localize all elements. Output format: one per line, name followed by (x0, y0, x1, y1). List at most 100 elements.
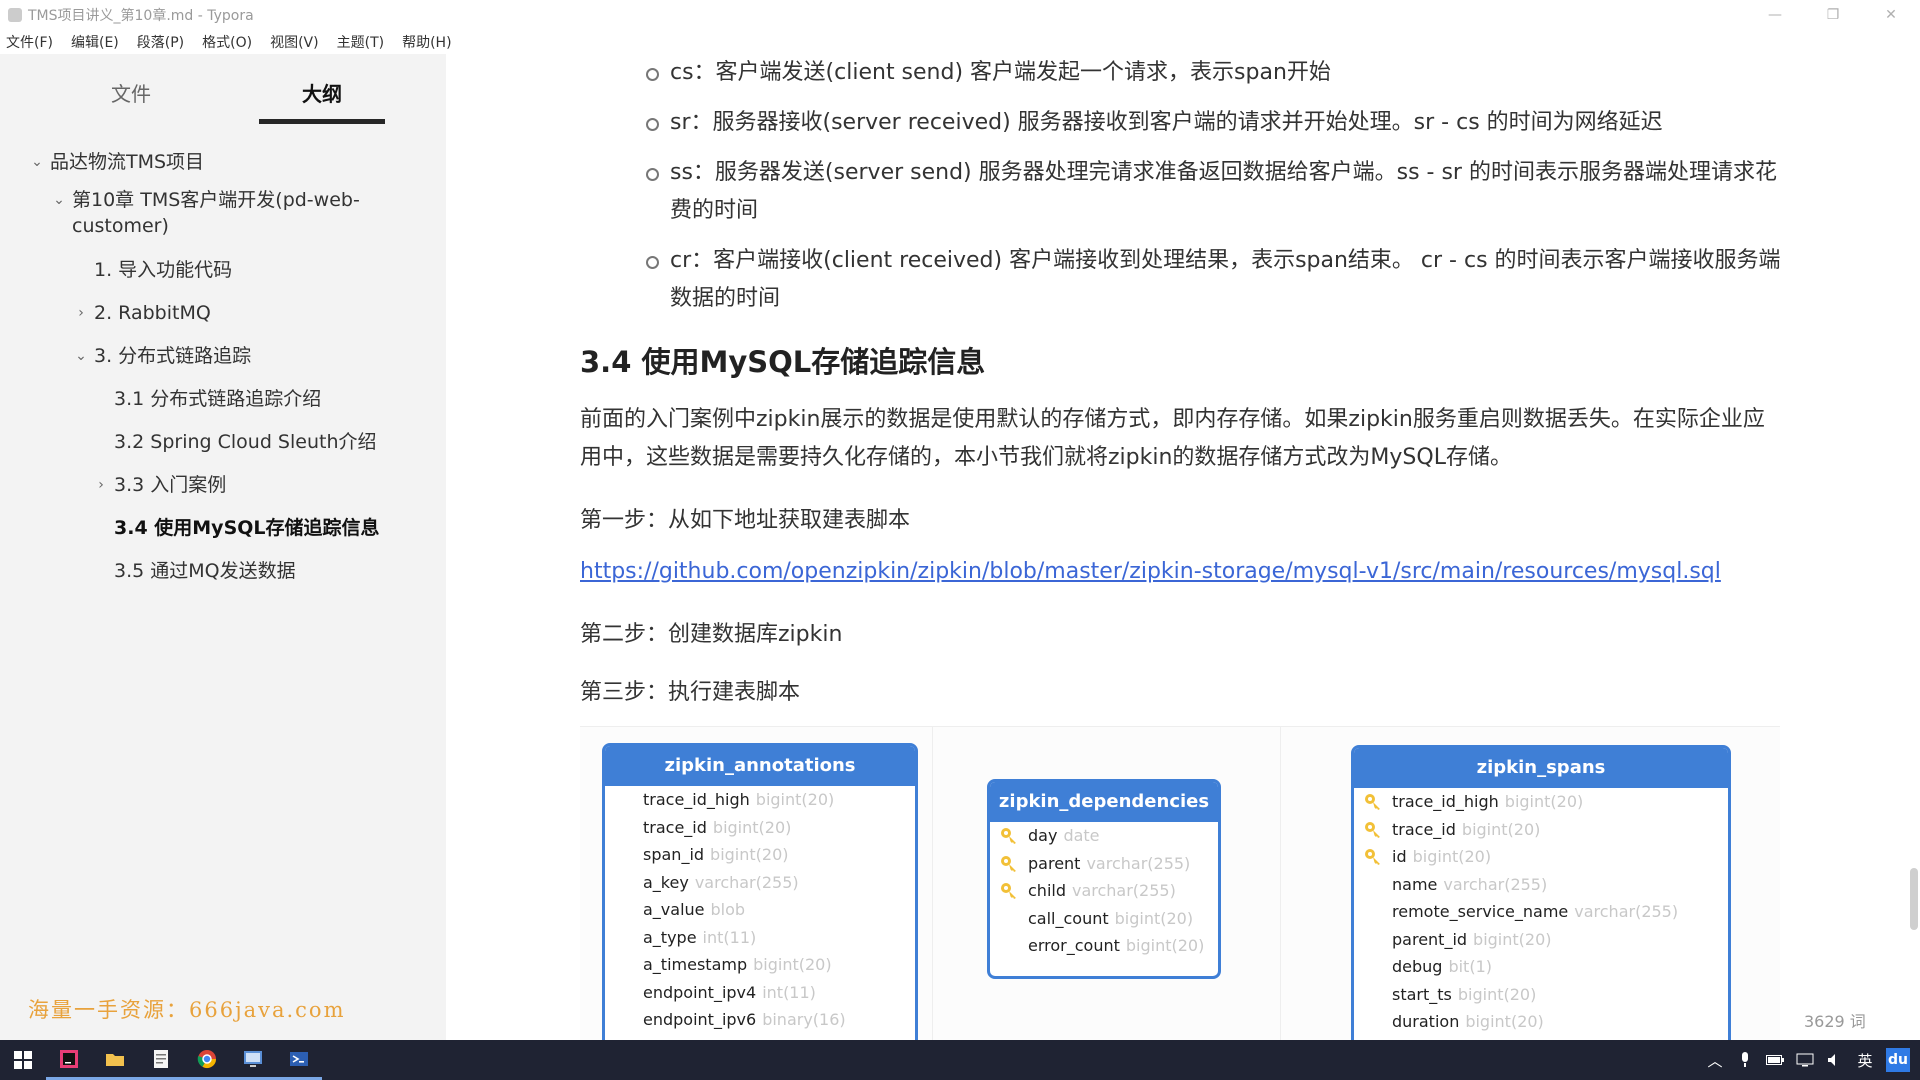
outline-item[interactable]: 3.5 通过MQ发送数据 (92, 558, 296, 584)
tab-files[interactable]: 文件 (68, 74, 194, 124)
menu-edit[interactable]: 编辑(E) (71, 32, 119, 52)
primary-key-icon (1364, 848, 1382, 866)
field-type: int(11) (702, 927, 757, 947)
field-name: a_type (643, 927, 697, 947)
chrome-icon[interactable] (184, 1040, 230, 1080)
notepad-icon[interactable] (138, 1040, 184, 1080)
field-type: varchar(255) (1574, 902, 1679, 922)
table-field: a_timestamp bigint(20) (605, 951, 915, 979)
field-type: bigint(20) (755, 790, 835, 810)
battery-icon[interactable] (1766, 1051, 1784, 1069)
table-title: zipkin_annotations (605, 746, 915, 786)
menu-paragraph[interactable]: 段落(P) (137, 32, 184, 52)
primary-key-icon (1364, 793, 1382, 811)
outline-item[interactable]: 1. 导入功能代码 (72, 257, 232, 283)
table-field: day date (990, 822, 1218, 850)
watermark-text: 海量一手资源：666java.com (28, 998, 346, 1022)
field-type: int(11) (762, 982, 816, 1002)
editor-content[interactable]: cs：客户端发送(client send) 客户端发起一个请求，表示span开始… (446, 54, 1920, 1040)
powershell-icon[interactable] (276, 1040, 322, 1080)
mysql-script-link[interactable]: https://github.com/openzipkin/zipkin/blo… (580, 559, 1721, 584)
field-type: bigint(20) (1473, 929, 1552, 949)
list-item: cs：客户端发送(client send) 客户端发起一个请求，表示span开始 (646, 54, 1786, 92)
er-diagram: zipkin_annotations trace_id_high bigint(2… (580, 726, 1780, 1040)
outline-item[interactable]: 3.1 分布式链路追踪介绍 (92, 386, 321, 412)
close-icon[interactable]: ✕ (1862, 0, 1920, 30)
outline-item[interactable]: ⌄ 品达物流TMS项目 (28, 149, 204, 175)
menu-view[interactable]: 视图(V) (270, 32, 319, 52)
system-tray: ︿ 英 du (1706, 1040, 1920, 1080)
field-name: duration (1392, 1012, 1460, 1032)
table-fields: day date parent varchar(255) child varchar(25… (990, 822, 1218, 960)
windows-start-icon[interactable] (0, 1040, 46, 1080)
volume-icon[interactable] (1826, 1051, 1844, 1069)
table-title: zipkin_spans (1354, 748, 1728, 788)
file-explorer-icon[interactable] (92, 1040, 138, 1080)
chevron-down-icon[interactable]: ⌄ (50, 187, 68, 213)
primary-key-icon (1000, 827, 1018, 845)
primary-key-icon (1000, 855, 1018, 873)
chevron-down-icon[interactable]: ⌄ (72, 343, 90, 369)
list-item: cr：客户端接收(client received) 客户端接收到处理结果，表示s… (646, 242, 1786, 318)
chevron-down-icon[interactable]: ⌄ (28, 149, 46, 175)
minimize-icon[interactable]: — (1746, 0, 1804, 30)
paragraph: 前面的入门案例中zipkin展示的数据是使用默认的存储方式，即内存存储。如果zi… (580, 407, 1765, 470)
tab-outline[interactable]: 大纲 (259, 74, 385, 124)
menu-bar: 文件(F) 编辑(E) 段落(P) 格式(O) 视图(V) 主题(T) 帮助(H… (0, 30, 1920, 54)
outline-item[interactable]: 3.2 Spring Cloud Sleuth介绍 (92, 429, 376, 455)
table-field: start_ts bigint(20) (1354, 981, 1728, 1009)
table-zipkin-spans: zipkin_spans trace_id_high bigint(20) trac… (1351, 745, 1731, 1040)
input-language-indicator[interactable]: 英 (1856, 1051, 1874, 1070)
table-field: child varchar(255) (990, 877, 1218, 905)
field-name: trace_id (1392, 819, 1456, 839)
maximize-icon[interactable]: ❐ (1804, 0, 1862, 30)
step-1-text: 第一步：从如下地址获取建表脚本 (580, 508, 911, 533)
microphone-icon[interactable] (1736, 1051, 1754, 1069)
field-name: trace_id_high (643, 790, 750, 810)
network-icon[interactable] (1796, 1051, 1814, 1069)
outline-item-active[interactable]: 3.4 使用MySQL存储追踪信息 (92, 515, 380, 541)
table-field: duration bigint(20) (1354, 1008, 1728, 1036)
table-zipkin-dependencies: zipkin_dependencies day date parent varchar… (987, 779, 1221, 979)
outline-item[interactable]: ⌄ 3. 分布式链路追踪 (72, 343, 251, 369)
table-field: a_type int(11) (605, 924, 915, 952)
field-type: date (1063, 826, 1100, 846)
word-count[interactable]: 3629 词 (1804, 1008, 1866, 1032)
outline-item[interactable]: › 3.3 入门案例 (92, 472, 226, 498)
primary-key-icon (1364, 821, 1382, 839)
field-name: trace_id_high (1392, 792, 1499, 812)
menu-format[interactable]: 格式(O) (202, 32, 252, 52)
table-field: a_key varchar(255) (605, 869, 915, 897)
chevron-up-icon[interactable]: ︿ (1706, 1051, 1724, 1070)
intellij-icon[interactable] (46, 1040, 92, 1080)
window-title: TMS项目讲义_第10章.md - Typora (28, 8, 254, 24)
remote-desktop-icon[interactable] (230, 1040, 276, 1080)
field-name: remote_service_name (1392, 902, 1569, 922)
baidu-input-icon[interactable]: du (1886, 1048, 1910, 1072)
table-fields: trace_id_high bigint(20) trace_id bigint(20… (605, 786, 915, 1034)
field-name: trace_id (643, 817, 707, 837)
outline-item[interactable]: ⌄ 第10章 TMS客户端开发(pd-web-customer) (50, 187, 402, 239)
outline-item[interactable]: › 2. RabbitMQ (72, 300, 211, 326)
field-name: start_ts (1392, 984, 1452, 1004)
field-name: endpoint_ipv4 (643, 982, 757, 1002)
chevron-right-icon[interactable]: › (72, 300, 90, 326)
menu-file[interactable]: 文件(F) (6, 32, 53, 52)
step-3-text: 第三步：执行建表脚本 (580, 680, 801, 705)
section-heading: 3.4 使用MySQL存储追踪信息 (580, 345, 986, 379)
field-type: varchar(255) (1443, 874, 1548, 894)
sidebar: 文件 大纲 ⌄ 品达物流TMS项目 ⌄ 第10章 TMS客户端开发(pd-web… (0, 54, 446, 1040)
menu-help[interactable]: 帮助(H) (402, 32, 451, 52)
field-type: bigint(20) (710, 845, 789, 865)
scrollbar[interactable] (1910, 868, 1918, 930)
list-item: sr：服务器接收(server received) 服务器接收到客户端的请求并开… (646, 104, 1786, 142)
table-field: trace_id bigint(20) (605, 814, 915, 842)
field-type: bigint(20) (1114, 908, 1194, 928)
table-field: parent varchar(255) (990, 850, 1218, 878)
table-field: parent_id bigint(20) (1354, 926, 1728, 954)
menu-theme[interactable]: 主题(T) (337, 32, 384, 52)
chevron-right-icon[interactable]: › (92, 472, 110, 498)
primary-key-icon (1000, 882, 1018, 900)
table-field: name varchar(255) (1354, 871, 1728, 899)
field-name: id (1392, 847, 1407, 867)
